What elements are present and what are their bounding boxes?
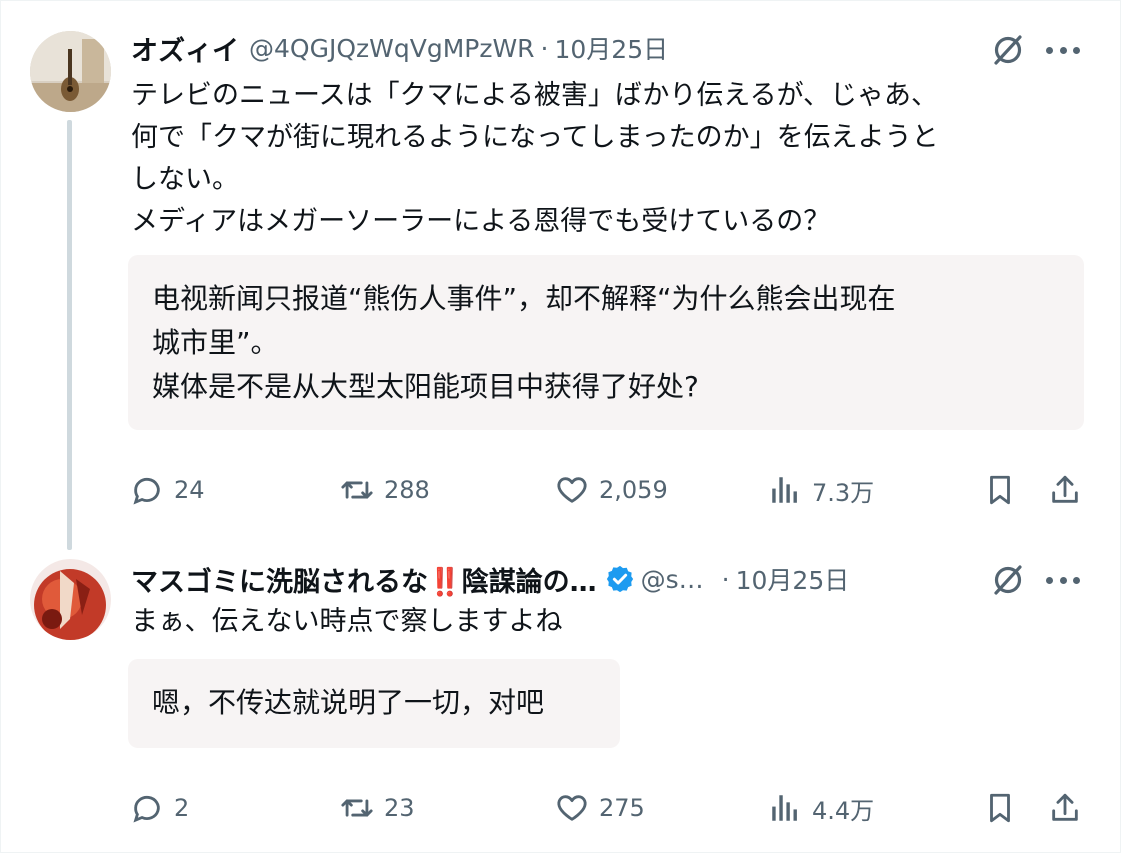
reply-count: 24 bbox=[174, 476, 205, 504]
reply-button[interactable]: 2 bbox=[130, 788, 189, 828]
repost-count: 288 bbox=[384, 476, 430, 504]
views-icon bbox=[772, 477, 797, 503]
action-bar: 2 23 275 4.4万 bbox=[130, 788, 1085, 828]
tweet-1[interactable]: オズィイ @4QGJQzWqVgMPzWR · 10月25日 テレビのニュースは… bbox=[0, 0, 1123, 550]
reply-icon bbox=[133, 795, 160, 823]
reply-button[interactable]: 24 bbox=[130, 470, 205, 510]
views-icon bbox=[772, 795, 797, 821]
user-handle[interactable]: @4QGJQzWqVgMPzWR bbox=[249, 34, 535, 63]
separator: · bbox=[721, 564, 730, 594]
avatar[interactable] bbox=[30, 31, 111, 112]
share-icon bbox=[1052, 475, 1078, 503]
tweet-2[interactable]: マスゴミに洗脳されるな‼️陰謀論の… @s… · 10月25日 まぁ、伝えない時… bbox=[0, 545, 1123, 845]
action-bar: 24 288 2,059 7.3万 bbox=[130, 470, 1085, 510]
like-button[interactable]: 275 bbox=[555, 788, 645, 828]
bookmark-button[interactable] bbox=[983, 788, 1017, 828]
repost-count: 23 bbox=[384, 794, 415, 822]
share-button[interactable] bbox=[1048, 470, 1082, 510]
tweet-text: まぁ、伝えない時点で察しますよね bbox=[131, 606, 563, 637]
translation-box: 嗯，不传达就说明了一切，对吧 bbox=[128, 659, 620, 748]
share-icon bbox=[1052, 793, 1078, 821]
timestamp[interactable]: 10月25日 bbox=[736, 561, 850, 597]
bookmark-icon bbox=[990, 475, 1010, 505]
display-name[interactable]: マスゴミに洗脳されるな‼️陰謀論の… bbox=[131, 560, 597, 599]
verified-badge-icon bbox=[606, 565, 633, 593]
tweet-text: テレビのニュースは「クマによる被害」ばかり伝えるが、じゃあ、 何で「クマが街に現… bbox=[131, 80, 939, 237]
repost-button[interactable]: 23 bbox=[340, 788, 415, 828]
share-button[interactable] bbox=[1048, 788, 1082, 828]
views-count: 4.4万 bbox=[812, 796, 875, 825]
user-handle[interactable]: @s… bbox=[641, 565, 704, 594]
more-icon[interactable] bbox=[1046, 45, 1080, 55]
like-icon bbox=[557, 477, 587, 503]
reply-count: 2 bbox=[174, 794, 190, 822]
timestamp[interactable]: 10月25日 bbox=[555, 30, 669, 66]
bookmark-button[interactable] bbox=[983, 470, 1017, 510]
grok-icon[interactable] bbox=[990, 562, 1026, 598]
tweet-header: オズィイ @4QGJQzWqVgMPzWR · 10月25日 bbox=[131, 28, 668, 68]
like-count: 2,059 bbox=[599, 476, 668, 504]
grok-icon[interactable] bbox=[990, 32, 1026, 68]
like-count: 275 bbox=[599, 794, 645, 822]
translation-text: 电视新闻只报道“熊伤人事件”，却不解释“为什么熊会出现在 城市里”。 媒体是不是… bbox=[152, 282, 896, 403]
views-count: 7.3万 bbox=[812, 478, 875, 507]
repost-button[interactable]: 288 bbox=[340, 470, 430, 510]
thread-line bbox=[67, 120, 72, 550]
display-name[interactable]: オズィイ bbox=[131, 29, 239, 68]
reply-icon bbox=[133, 477, 160, 505]
like-button[interactable]: 2,059 bbox=[555, 470, 668, 510]
separator: · bbox=[540, 33, 549, 63]
more-icon[interactable] bbox=[1046, 575, 1080, 585]
repost-icon bbox=[341, 799, 373, 817]
repost-icon bbox=[341, 481, 373, 499]
translation-box: 电视新闻只报道“熊伤人事件”，却不解释“为什么熊会出现在 城市里”。 媒体是不是… bbox=[128, 255, 1084, 430]
like-icon bbox=[557, 795, 587, 821]
views-button[interactable]: 7.3万 bbox=[768, 470, 874, 510]
tweet-header: マスゴミに洗脳されるな‼️陰謀論の… @s… · 10月25日 bbox=[131, 559, 849, 599]
avatar[interactable] bbox=[30, 559, 111, 640]
views-button[interactable]: 4.4万 bbox=[768, 788, 874, 828]
bookmark-icon bbox=[990, 793, 1010, 823]
translation-text: 嗯，不传达就说明了一切，对吧 bbox=[152, 686, 545, 719]
